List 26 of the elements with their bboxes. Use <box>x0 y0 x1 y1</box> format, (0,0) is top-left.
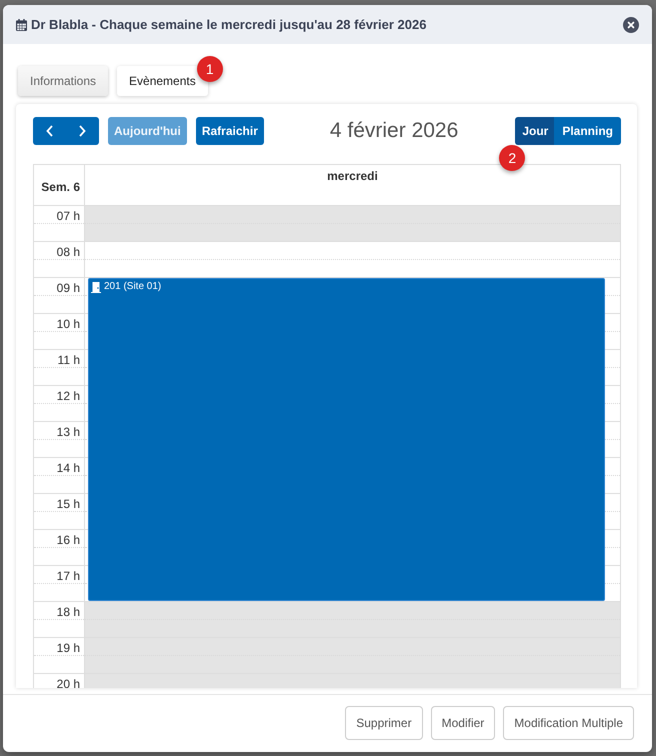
chevron-left-icon <box>46 125 53 137</box>
view-tab[interactable]: Jour <box>515 117 554 145</box>
footer-button[interactable]: Supprimer <box>345 706 423 740</box>
time-slot[interactable] <box>85 206 620 241</box>
footer-button[interactable]: Modification Multiple <box>503 706 634 740</box>
annotation-badge: 2 <box>499 145 526 171</box>
calendar-title: 4 février 2026 <box>328 119 460 143</box>
next-button[interactable] <box>66 117 99 145</box>
time-slot[interactable] <box>85 602 620 637</box>
close-icon[interactable] <box>623 16 639 32</box>
previous-button[interactable] <box>33 117 66 145</box>
day-header: mercredi <box>326 168 379 185</box>
calendar-icon <box>16 18 27 30</box>
chevron-right-icon <box>79 125 86 137</box>
door-icon <box>91 282 101 293</box>
dialog-title: Dr Blabla - Chaque semaine le mercredi jusqu'au 28 février 2026 <box>31 17 428 32</box>
week-label: Sem. 6 <box>34 165 85 205</box>
annotation-badge: 1 <box>196 56 223 82</box>
view-tab[interactable]: Planning <box>554 117 621 145</box>
calendar-event[interactable]: 201 (Site 01) <box>88 278 605 601</box>
footer-button[interactable]: Modifier <box>430 706 496 740</box>
refresh-button[interactable]: Rafraichir <box>196 117 264 145</box>
tab[interactable]: Informations <box>18 66 108 96</box>
event-title: 201 (Site 01) <box>104 281 162 293</box>
tab[interactable]: Evènements <box>117 66 208 96</box>
time-slot[interactable] <box>85 638 620 673</box>
